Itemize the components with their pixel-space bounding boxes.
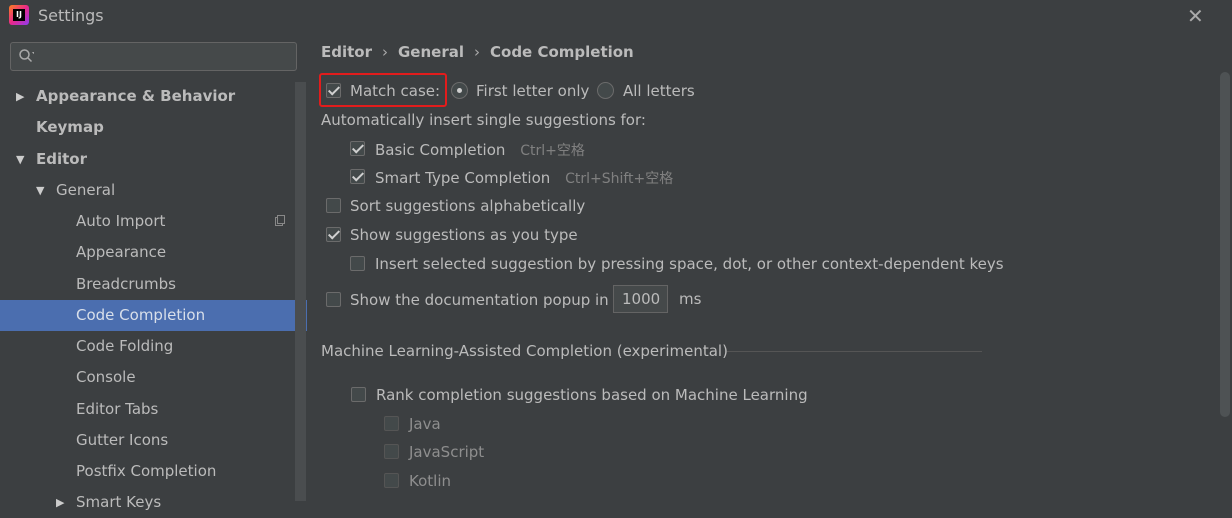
- section-divider: [727, 351, 982, 352]
- sidebar-item-breadcrumbs[interactable]: Breadcrumbs: [0, 269, 307, 300]
- ml-rank-checkbox[interactable]: [351, 387, 366, 402]
- match-case-checkbox[interactable]: [326, 83, 341, 98]
- smart-type-completion-shortcut: Ctrl+Shift+空格: [565, 171, 674, 187]
- sidebar-item-label: General: [56, 181, 116, 199]
- sidebar-item-smart-keys[interactable]: ▶ Smart Keys: [0, 487, 307, 518]
- show-as-you-type-checkbox[interactable]: [326, 227, 341, 242]
- sidebar-item-appearance[interactable]: Appearance: [0, 237, 307, 268]
- first-letter-only-label: First letter only: [476, 82, 590, 100]
- sidebar-item-label: Smart Keys: [76, 493, 162, 511]
- sidebar-item-appearance-behavior[interactable]: ▶ Appearance & Behavior: [0, 81, 307, 112]
- content-scrollbar[interactable]: [1220, 72, 1230, 417]
- expand-arrow-icon[interactable]: ▶: [16, 81, 30, 112]
- collapse-arrow-icon[interactable]: ▼: [36, 175, 50, 206]
- sidebar-item-label: Auto Import: [76, 212, 166, 230]
- all-letters-radio[interactable]: [597, 82, 614, 99]
- show-doc-popup-checkbox[interactable]: [326, 292, 341, 307]
- search-icon: [19, 49, 34, 63]
- first-letter-only-radio[interactable]: [451, 82, 468, 99]
- breadcrumb-code-completion: Code Completion: [490, 43, 634, 61]
- collapse-arrow-icon[interactable]: ▼: [16, 144, 30, 175]
- basic-completion-label: Basic Completion Ctrl+空格: [375, 140, 585, 160]
- show-as-you-type-label: Show suggestions as you type: [350, 226, 578, 244]
- sidebar-item-label: Code Folding: [76, 337, 174, 355]
- insert-selected-checkbox[interactable]: [350, 256, 365, 271]
- sidebar-item-label: Appearance & Behavior: [36, 87, 236, 105]
- sidebar-item-label: Code Completion: [76, 306, 206, 324]
- sidebar-scrollbar[interactable]: [295, 82, 306, 501]
- breadcrumb: Editor › General › Code Completion: [321, 43, 634, 61]
- sidebar-item-general[interactable]: ▼ General: [0, 175, 307, 206]
- settings-content: Editor › General › Code Completion Match cas…: [307, 32, 1232, 501]
- sidebar-item-gutter-icons[interactable]: Gutter Icons: [0, 425, 307, 456]
- sidebar-item-postfix-completion[interactable]: Postfix Completion: [0, 456, 307, 487]
- ml-section-title: Machine Learning-Assisted Completion (ex…: [321, 342, 728, 360]
- sort-alphabetically-checkbox[interactable]: [326, 198, 341, 213]
- sidebar-item-console[interactable]: Console: [0, 362, 307, 393]
- search-input[interactable]: [45, 46, 289, 68]
- sidebar-item-label: Editor: [36, 150, 87, 168]
- basic-completion-checkbox[interactable]: [350, 141, 365, 156]
- settings-sidebar: ▶ Appearance & Behavior Keymap ▼ Editor …: [0, 32, 307, 511]
- close-icon[interactable]: ✕: [1187, 4, 1204, 28]
- sidebar-item-code-completion[interactable]: Code Completion: [0, 300, 307, 331]
- logo-text: IJ: [13, 9, 25, 21]
- sidebar-item-label: Breadcrumbs: [76, 275, 176, 293]
- sidebar-item-label: Console: [76, 368, 136, 386]
- window-title: Settings: [38, 6, 104, 25]
- smart-type-completion-text: Smart Type Completion: [375, 169, 551, 187]
- search-box[interactable]: [10, 42, 297, 71]
- breadcrumb-general[interactable]: General: [398, 43, 464, 61]
- expand-arrow-icon[interactable]: ▶: [56, 487, 70, 518]
- ml-javascript-label: JavaScript: [409, 443, 485, 461]
- breadcrumb-separator: ›: [382, 43, 388, 61]
- sidebar-item-keymap[interactable]: Keymap: [0, 112, 307, 143]
- auto-insert-heading: Automatically insert single suggestions …: [321, 111, 646, 129]
- breadcrumb-separator: ›: [474, 43, 480, 61]
- doc-popup-delay-input[interactable]: 1000: [613, 285, 668, 313]
- doc-popup-unit: ms: [679, 290, 702, 308]
- project-settings-icon: [275, 215, 285, 226]
- ml-java-checkbox[interactable]: [384, 416, 399, 431]
- insert-selected-label: Insert selected suggestion by pressing s…: [375, 255, 1004, 273]
- ml-java-label: Java: [409, 415, 441, 433]
- sidebar-item-code-folding[interactable]: Code Folding: [0, 331, 307, 362]
- match-case-label: Match case:: [350, 82, 441, 100]
- sort-alphabetically-label: Sort suggestions alphabetically: [350, 197, 586, 215]
- all-letters-label: All letters: [623, 82, 695, 100]
- sidebar-item-auto-import[interactable]: Auto Import: [0, 206, 307, 237]
- sidebar-item-label: Keymap: [36, 118, 104, 136]
- ml-kotlin-checkbox[interactable]: [384, 473, 399, 488]
- basic-completion-text: Basic Completion: [375, 141, 506, 159]
- sidebar-item-label: Gutter Icons: [76, 431, 169, 449]
- breadcrumb-editor[interactable]: Editor: [321, 43, 372, 61]
- sidebar-item-editor[interactable]: ▼ Editor: [0, 144, 307, 175]
- ml-javascript-checkbox[interactable]: [384, 444, 399, 459]
- sidebar-item-label: Editor Tabs: [76, 400, 159, 418]
- sidebar-item-editor-tabs[interactable]: Editor Tabs: [0, 394, 307, 425]
- ml-rank-label: Rank completion suggestions based on Mac…: [376, 386, 808, 404]
- show-doc-popup-label: Show the documentation popup in: [350, 291, 609, 309]
- basic-completion-shortcut: Ctrl+空格: [520, 143, 585, 159]
- sidebar-item-label: Appearance: [76, 243, 167, 261]
- intellij-logo-icon: IJ: [9, 5, 29, 25]
- smart-type-completion-checkbox[interactable]: [350, 169, 365, 184]
- ml-kotlin-label: Kotlin: [409, 472, 451, 490]
- smart-type-completion-label: Smart Type Completion Ctrl+Shift+空格: [375, 168, 673, 188]
- title-bar: IJ Settings ✕: [0, 0, 1232, 32]
- sidebar-item-label: Postfix Completion: [76, 462, 217, 480]
